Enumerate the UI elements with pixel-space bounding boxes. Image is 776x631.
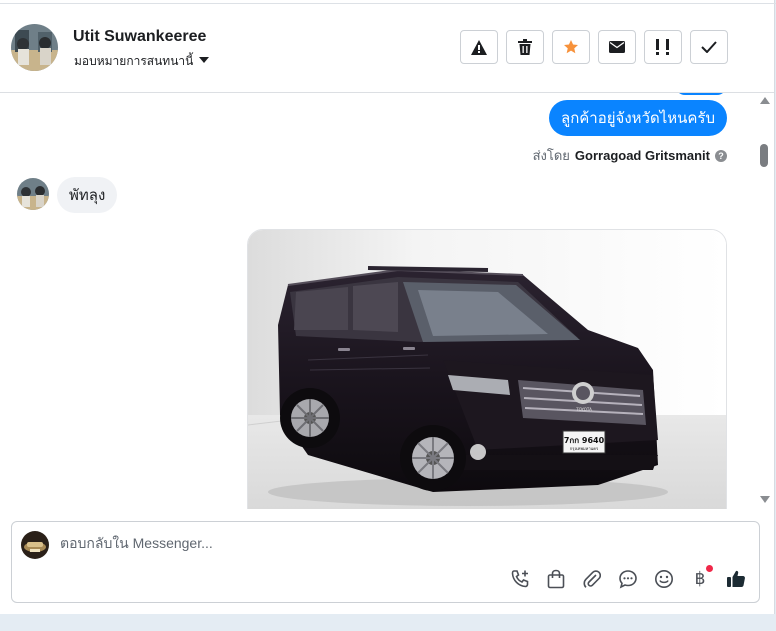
scroll-up-arrow-icon[interactable] xyxy=(760,97,770,104)
emoji-icon[interactable] xyxy=(653,568,675,590)
contact-avatar[interactable] xyxy=(11,24,58,71)
delete-button[interactable] xyxy=(506,30,544,64)
reply-input[interactable] xyxy=(60,535,620,551)
notification-dot xyxy=(706,565,713,572)
scroll-down-arrow-icon[interactable] xyxy=(760,496,770,503)
call-plus-icon[interactable] xyxy=(509,568,531,590)
baht-icon[interactable]: ฿ xyxy=(689,565,713,590)
important-icon xyxy=(656,39,669,55)
paperclip-icon[interactable] xyxy=(581,568,603,590)
sent-by-label: ส่งโดย Gorragoad Gritsmanit ? xyxy=(533,145,727,166)
scrollbar-thumb[interactable] xyxy=(760,144,768,167)
shopping-bag-icon[interactable] xyxy=(545,568,567,590)
contact-name[interactable]: Utit Suwankeeree xyxy=(73,28,206,46)
outgoing-message[interactable]: ลูกค้าอยู่จังหวัดไหนครับ xyxy=(549,100,727,136)
incoming-message-text: พัทลุง xyxy=(69,187,106,204)
mark-done-button[interactable] xyxy=(690,30,728,64)
warning-icon xyxy=(471,39,487,55)
assign-label: มอบหมายการสนทนานี้ xyxy=(74,54,194,68)
contact-avatar-small xyxy=(17,178,49,210)
trash-icon xyxy=(518,39,532,55)
follow-up-star-button[interactable] xyxy=(552,30,590,64)
license-plate: 7กก 9640 xyxy=(564,436,605,445)
header-actions xyxy=(460,30,728,64)
previous-message-bubble xyxy=(675,93,727,95)
check-icon xyxy=(701,41,717,53)
reply-composer: ฿ xyxy=(11,521,760,603)
page-avatar xyxy=(21,531,49,559)
thread-scrollbar[interactable] xyxy=(756,93,774,509)
conversation-header: Utit Suwankeeree มอบหมายการสนทนานี้ xyxy=(0,4,774,93)
conversation-panel: Utit Suwankeeree มอบหมายการสนทนานี้ ลูกค… xyxy=(0,0,776,614)
incoming-message[interactable]: พัทลุง xyxy=(57,177,118,213)
sent-by-prefix: ส่งโดย xyxy=(532,148,570,163)
thumbs-up-icon[interactable] xyxy=(725,568,747,590)
composer-toolbar: ฿ xyxy=(509,565,747,590)
mark-spam-button[interactable] xyxy=(460,30,498,64)
caret-down-icon xyxy=(199,57,210,63)
help-icon[interactable]: ? xyxy=(715,149,727,162)
mark-unread-button[interactable] xyxy=(598,30,636,64)
chat-bubble-icon[interactable] xyxy=(617,568,639,590)
outgoing-message-text: ลูกค้าอยู่จังหวัดไหนครับ xyxy=(561,110,715,127)
message-thread[interactable]: ลูกค้าอยู่จังหวัดไหนครับ ส่งโดย Gorragoa… xyxy=(0,93,756,509)
assign-conversation-dropdown[interactable]: มอบหมายการสนทนานี้ xyxy=(74,52,210,71)
envelope-icon xyxy=(609,41,625,53)
image-attachment[interactable]: 7กก 9640 กรุงเทพมหานคร TOYOTA xyxy=(247,229,727,509)
mark-important-button[interactable] xyxy=(644,30,682,64)
star-icon xyxy=(564,40,578,54)
brand-badge-text: TOYOTA xyxy=(575,407,592,412)
sender-name: Gorragoad Gritsmanit xyxy=(574,148,710,163)
